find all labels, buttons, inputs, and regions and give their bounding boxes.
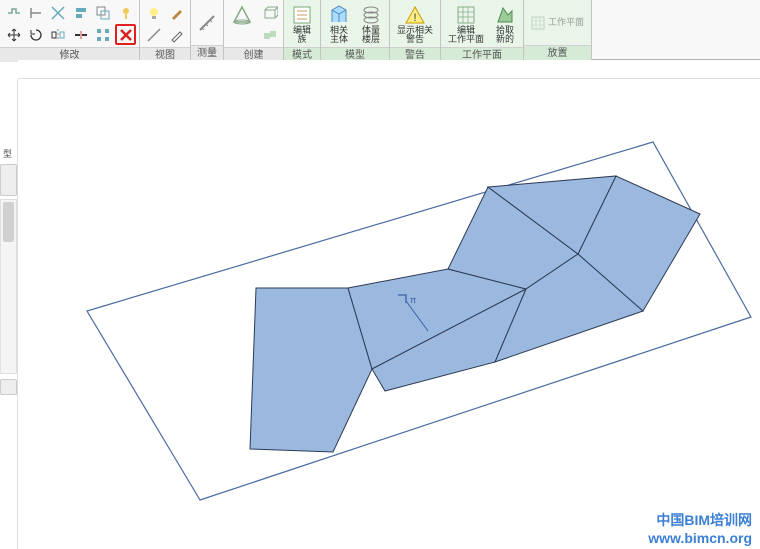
group-warn: ! 显示相关 警告 警告 [390, 0, 441, 60]
align-icon[interactable] [70, 2, 91, 23]
panel-tab-1[interactable] [0, 164, 17, 196]
group-icon[interactable] [259, 24, 280, 45]
watermark: 中国BIM培训网 www.bimcn.org [648, 511, 752, 547]
join-icon[interactable] [25, 2, 46, 23]
bulb-icon[interactable] [143, 2, 164, 23]
group-workplane: 编辑 工作平面 拾取 新的 工作平面 [441, 0, 524, 60]
box-icon[interactable] [259, 2, 280, 23]
group-mode: 编辑 族 模式 [284, 0, 321, 60]
edit-family-label: 编辑 族 [293, 26, 311, 44]
scroll-thumb[interactable] [3, 202, 14, 242]
group-model: 相关 主体 体量 楼层 模型 [321, 0, 390, 60]
edit-family-button[interactable]: 编辑 族 [287, 2, 317, 45]
panel-tab-2[interactable] [0, 379, 17, 395]
edit-workplane-button[interactable]: 编辑 工作平面 [444, 2, 488, 45]
watermark-line1: 中国BIM培训网 [648, 511, 752, 529]
svg-text:π: π [410, 295, 416, 305]
drawing-canvas[interactable]: π [18, 79, 760, 549]
pipe-icon[interactable] [3, 2, 24, 23]
offset-icon[interactable] [92, 2, 113, 23]
edit-workplane-label: 编辑 工作平面 [448, 26, 484, 44]
svg-text:!: ! [413, 12, 416, 24]
create-form-button[interactable] [227, 2, 257, 45]
mirror-icon[interactable] [47, 24, 68, 45]
related-host-label: 相关 主体 [330, 26, 348, 44]
mass-floors-label: 体量 楼层 [362, 26, 380, 44]
pencil-icon[interactable] [166, 24, 187, 45]
horizontal-ruler [18, 60, 760, 79]
pick-new-button[interactable]: 拾取 新的 [490, 2, 520, 45]
related-host-button[interactable]: 相关 主体 [324, 2, 354, 45]
show-warnings-button[interactable]: ! 显示相关 警告 [393, 2, 437, 45]
watermark-line2: www.bimcn.org [648, 529, 752, 547]
brush-icon[interactable] [166, 2, 187, 23]
group-view: 视图 [140, 0, 191, 60]
array-icon[interactable] [92, 24, 113, 45]
group-place: 工作平面 放置 [524, 0, 592, 60]
split-icon[interactable] [70, 24, 91, 45]
workplane-place-button: 工作平面 [527, 13, 588, 33]
show-warnings-label: 显示相关 警告 [397, 26, 433, 44]
workplane-place-label: 工作平面 [548, 18, 584, 27]
group-label-place: 放置 [524, 45, 591, 60]
group-create: 创建 [224, 0, 284, 60]
model-view: π [18, 79, 760, 549]
measure-icon[interactable] [194, 3, 220, 43]
line-icon[interactable] [143, 24, 164, 45]
face-1 [250, 288, 372, 452]
mass-floors-button[interactable]: 体量 楼层 [356, 2, 386, 45]
delete-icon[interactable] [115, 24, 136, 45]
pin-icon[interactable] [115, 2, 136, 23]
move-icon[interactable] [3, 24, 24, 45]
group-label-measure: 测量 [191, 45, 223, 60]
group-modify: 修改 [0, 0, 140, 60]
sidebar-label: 型 [3, 147, 12, 160]
vertical-ruler: 型 [0, 79, 18, 549]
grid-small-icon [531, 16, 545, 30]
group-measure: 测量 [191, 0, 224, 60]
trim-icon[interactable] [47, 2, 68, 23]
pick-new-label: 拾取 新的 [496, 26, 514, 44]
sidebar-scrollbar[interactable] [0, 199, 17, 374]
ribbon-toolbar: 修改 视图 测量 创建 [0, 0, 760, 60]
rotate-icon[interactable] [25, 24, 46, 45]
